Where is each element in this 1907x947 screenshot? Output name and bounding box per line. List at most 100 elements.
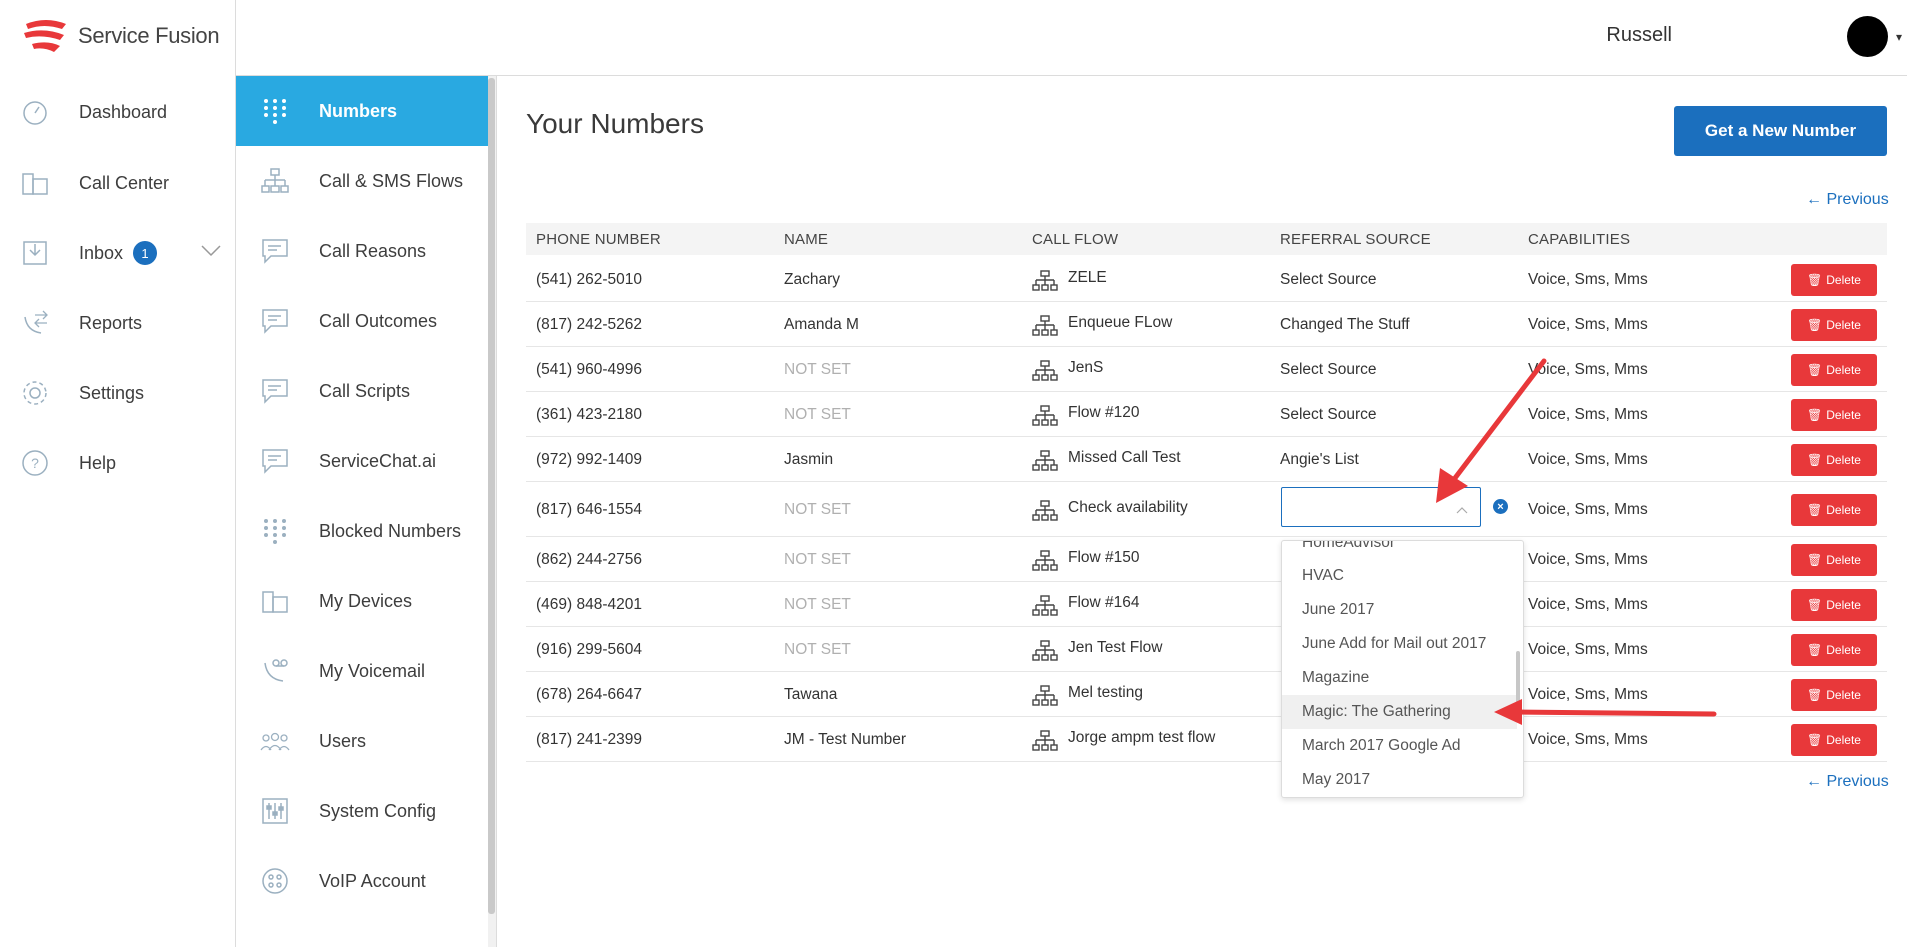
subnav-item-call-scripts[interactable]: Call Scripts (236, 356, 488, 426)
phone-number-cell: (817) 646-1554 (536, 501, 642, 518)
trash-icon: 🗑 (1807, 408, 1823, 422)
call-flow-cell[interactable]: Flow #164 (1068, 594, 1140, 612)
nav-item-dashboard[interactable]: Dashboard (0, 86, 236, 138)
brand-logo[interactable]: Service Fusion (22, 16, 220, 56)
call-flow-icon (1032, 405, 1058, 426)
referral-source-cell[interactable]: Angie's List (1280, 451, 1359, 469)
subnav-label: Call & SMS Flows (319, 170, 464, 191)
subnav-item-my-voicemail[interactable]: My Voicemail (236, 636, 488, 706)
call-flow-cell[interactable]: Jen Test Flow (1068, 639, 1162, 657)
subnav-item-call-sms-flows[interactable]: Call & SMS Flows (236, 146, 488, 216)
column-header-name[interactable]: NAME (784, 231, 828, 248)
subnav-item-voip-account[interactable]: VoIP Account (236, 846, 488, 916)
capabilities-cell: Voice, Sms, Mms (1528, 596, 1648, 613)
trash-icon: 🗑 (1807, 318, 1823, 332)
main-sidebar: Service Fusion Dashboard Call Center Inb… (0, 0, 236, 947)
subnav-item-users[interactable]: Users (236, 706, 488, 776)
username[interactable]: Russell (1606, 24, 1672, 47)
subnav-label: Call Outcomes (319, 310, 438, 331)
referral-source-cell[interactable]: Select Source (1280, 271, 1377, 289)
call-flow-cell[interactable]: Flow #120 (1068, 404, 1140, 422)
call-flow-cell[interactable]: Mel testing (1068, 684, 1143, 702)
delete-button[interactable]: 🗑 Delete (1791, 354, 1877, 386)
name-cell: NOT SET (784, 551, 851, 568)
name-cell: NOT SET (784, 596, 851, 613)
delete-button[interactable]: 🗑 Delete (1791, 399, 1877, 431)
call-flow-cell[interactable]: Enqueue FLow (1068, 314, 1172, 332)
chevron-up-icon[interactable] (1456, 501, 1468, 519)
call-flow-cell[interactable]: Jorge ampm test flow (1068, 729, 1215, 747)
referral-source-cell[interactable]: Select Source (1280, 406, 1377, 424)
column-header-capabilities[interactable]: CAPABILITIES (1528, 231, 1630, 248)
dropdown-option[interactable]: March 2017 Google Ad (1282, 729, 1517, 763)
divider (496, 76, 497, 947)
delete-button[interactable]: 🗑 Delete (1791, 679, 1877, 711)
call-flow-cell[interactable]: Check availability (1068, 499, 1188, 517)
delete-button[interactable]: 🗑 Delete (1791, 264, 1877, 296)
chevron-down-icon[interactable] (200, 244, 222, 263)
subnav-item-call-reasons[interactable]: Call Reasons (236, 216, 488, 286)
nav-item-call-center[interactable]: Call Center (0, 157, 236, 209)
dropdown-option-highlighted[interactable]: Magic: The Gathering (1282, 695, 1517, 729)
nav-item-inbox[interactable]: Inbox 1 (0, 227, 236, 279)
clear-selection-icon[interactable]: × (1493, 499, 1508, 514)
column-header-call-flow[interactable]: CALL FLOW (1032, 231, 1118, 248)
call-flow-icon (1032, 315, 1058, 336)
call-flow-cell[interactable]: Flow #150 (1068, 549, 1140, 567)
caret-down-icon[interactable]: ▾ (1896, 30, 1902, 44)
nav-item-reports[interactable]: Reports (0, 297, 236, 349)
trash-icon: 🗑 (1807, 363, 1823, 377)
subnav-label: My Devices (319, 590, 413, 611)
dropdown-scrollbar[interactable] (1516, 651, 1520, 711)
referral-source-select[interactable] (1281, 487, 1481, 527)
avatar[interactable] (1847, 16, 1888, 57)
delete-button[interactable]: 🗑 Delete (1791, 544, 1877, 576)
delete-button[interactable]: 🗑 Delete (1791, 309, 1877, 341)
subnav-item-system-config[interactable]: System Config (236, 776, 488, 846)
dropdown-option[interactable]: May 2017 (1282, 763, 1517, 797)
column-header-phone[interactable]: PHONE NUMBER (536, 231, 661, 248)
name-cell: NOT SET (784, 501, 851, 518)
call-flow-cell[interactable]: JenS (1068, 359, 1103, 377)
nav-item-help[interactable]: ? Help (0, 437, 236, 489)
subnav-scrollbar-thumb[interactable] (488, 78, 495, 914)
subnav-item-servicechat[interactable]: ServiceChat.ai (236, 426, 488, 496)
phone-number-cell: (972) 992-1409 (536, 451, 642, 468)
subnav-item-call-outcomes[interactable]: Call Outcomes (236, 286, 488, 356)
previous-page-link-bottom[interactable]: ← Previous (1806, 773, 1889, 791)
capabilities-cell: Voice, Sms, Mms (1528, 731, 1648, 748)
top-bar: Russell ▾ (236, 0, 1907, 76)
dropdown-option[interactable]: HVAC (1282, 559, 1517, 593)
get-new-number-button[interactable]: Get a New Number (1674, 106, 1887, 156)
name-cell: NOT SET (784, 361, 851, 378)
subnav-label: Numbers (319, 100, 398, 121)
referral-source-cell[interactable]: Changed The Stuff (1280, 316, 1410, 334)
subnav-item-blocked-numbers[interactable]: Blocked Numbers (236, 496, 488, 566)
call-flow-cell[interactable]: ZELE (1068, 269, 1107, 287)
subnav-label: My Voicemail (319, 660, 426, 681)
column-header-referral-source[interactable]: REFERRAL SOURCE (1280, 231, 1431, 248)
delete-button[interactable]: 🗑 Delete (1791, 634, 1877, 666)
call-flow-icon (1032, 500, 1058, 521)
subnav-label: Users (319, 730, 367, 751)
delete-label: Delete (1826, 598, 1861, 612)
dropdown-option[interactable]: HomeAdvisor (1282, 541, 1517, 560)
subnav-item-numbers[interactable]: Numbers (236, 76, 488, 146)
phone-number-cell: (817) 242-5262 (536, 316, 642, 333)
trash-icon: 🗑 (1807, 598, 1823, 612)
capabilities-cell: Voice, Sms, Mms (1528, 406, 1648, 423)
referral-source-cell[interactable]: Select Source (1280, 361, 1377, 379)
delete-button[interactable]: 🗑 Delete (1791, 444, 1877, 476)
subnav-item-my-devices[interactable]: My Devices (236, 566, 488, 636)
dropdown-option[interactable]: Magazine (1282, 661, 1517, 695)
delete-button[interactable]: 🗑 Delete (1791, 494, 1877, 526)
dropdown-option[interactable]: June Add for Mail out 2017 (1282, 627, 1517, 661)
delete-button[interactable]: 🗑 Delete (1791, 724, 1877, 756)
call-flow-cell[interactable]: Missed Call Test (1068, 449, 1181, 467)
dropdown-option[interactable]: June 2017 (1282, 593, 1517, 627)
call-flow-icon (1032, 685, 1058, 706)
nav-item-settings[interactable]: Settings (0, 367, 236, 419)
delete-button[interactable]: 🗑 Delete (1791, 589, 1877, 621)
call-flow-icon (1032, 550, 1058, 571)
previous-page-link-top[interactable]: ← Previous (1806, 191, 1889, 209)
